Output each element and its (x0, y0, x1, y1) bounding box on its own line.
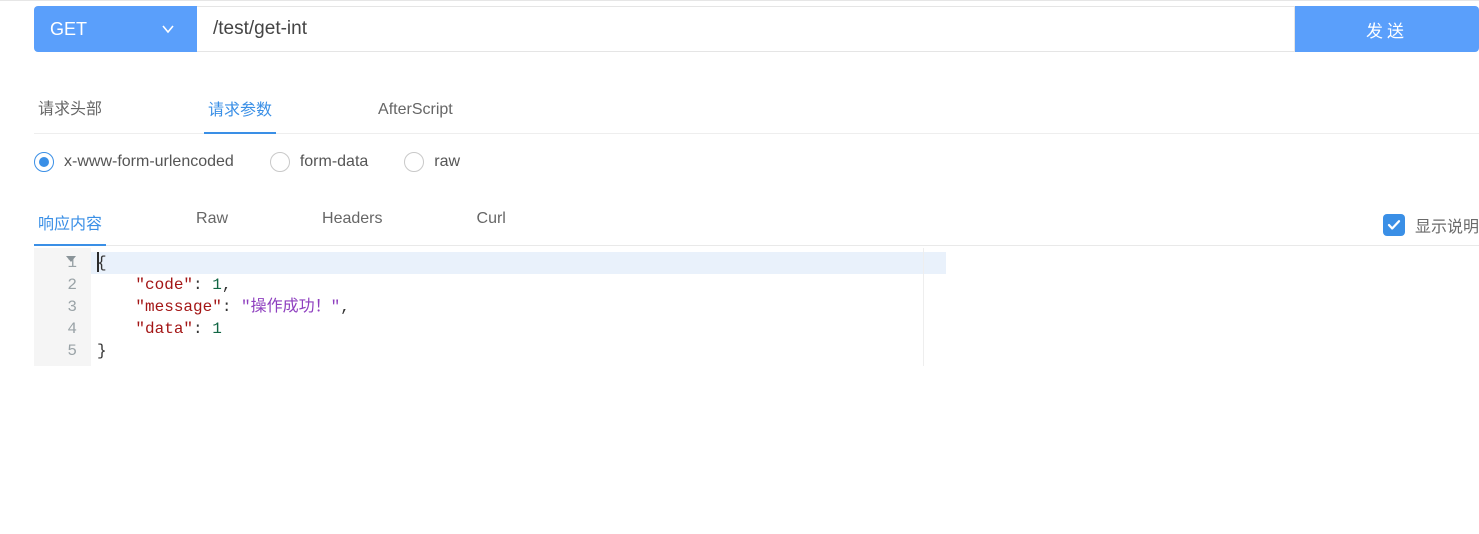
body-content-type-group: x-www-form-urlencoded form-data raw (34, 152, 1479, 180)
code-gutter: 12345 (34, 248, 91, 366)
radio-raw[interactable]: raw (404, 152, 460, 172)
line-number: 3 (34, 296, 77, 318)
code-line[interactable]: } (97, 340, 940, 362)
url-input[interactable] (197, 6, 1295, 52)
tab-request-headers[interactable]: 请求头部 (34, 95, 106, 133)
tab-response-headers[interactable]: Headers (318, 210, 386, 245)
radio-urlencoded[interactable]: x-www-form-urlencoded (34, 152, 234, 172)
show-description-label: 显示说明 (1415, 213, 1479, 237)
code-line[interactable]: { (97, 252, 940, 274)
tab-response-raw[interactable]: Raw (192, 210, 232, 245)
code-line[interactable]: "message": "操作成功！", (97, 296, 940, 318)
code-line[interactable]: "data": 1 (97, 318, 940, 340)
text-cursor (97, 252, 99, 272)
chevron-down-icon (161, 22, 175, 36)
request-tabs: 请求头部 请求参数 AfterScript (34, 92, 1479, 134)
radio-form-data[interactable]: form-data (270, 152, 368, 172)
radio-icon (34, 152, 54, 172)
line-number: 5 (34, 340, 77, 362)
tab-response-curl[interactable]: Curl (473, 210, 510, 245)
send-button-label: 发送 (1366, 17, 1408, 42)
show-description-toggle[interactable]: 显示说明 (1383, 213, 1479, 245)
code-area[interactable]: { "code": 1, "message": "操作成功！", "data":… (91, 248, 946, 366)
http-method-select[interactable]: GET (34, 6, 197, 52)
tab-afterscript[interactable]: AfterScript (374, 101, 457, 133)
line-number: 4 (34, 318, 77, 340)
radio-icon (270, 152, 290, 172)
response-tabs: 响应内容 Raw Headers Curl (34, 210, 596, 245)
line-number: 1 (34, 252, 77, 274)
code-line[interactable]: "code": 1, (97, 274, 940, 296)
tab-response-body[interactable]: 响应内容 (34, 210, 106, 246)
tab-request-params[interactable]: 请求参数 (204, 96, 276, 134)
fold-caret-icon[interactable] (66, 256, 76, 262)
response-header-row: 响应内容 Raw Headers Curl 显示说明 (34, 210, 1479, 246)
send-button[interactable]: 发送 (1295, 6, 1479, 52)
http-method-value: GET (50, 19, 87, 40)
request-bar: GET 发送 (34, 6, 1479, 52)
checkbox-checked-icon (1383, 214, 1405, 236)
response-code-editor[interactable]: 12345 { "code": 1, "message": "操作成功！", "… (34, 248, 1479, 366)
line-number: 2 (34, 274, 77, 296)
panel-divider (923, 248, 924, 366)
radio-icon (404, 152, 424, 172)
